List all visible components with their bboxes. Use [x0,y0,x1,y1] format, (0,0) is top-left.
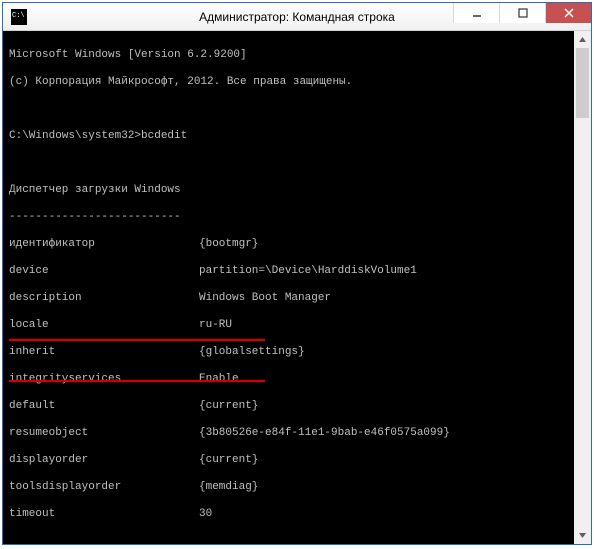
scroll-down-button[interactable] [574,527,591,544]
kv-row: timeout30 [9,508,585,522]
maximize-button[interactable] [499,3,545,23]
cmd-icon [11,9,27,25]
vertical-scrollbar[interactable] [574,31,591,544]
minimize-button[interactable] [453,3,499,23]
kv-row: localeru-RU [9,319,585,333]
terminal-area[interactable]: Microsoft Windows [Version 6.2.9200] (c)… [3,31,591,544]
scroll-up-button[interactable] [574,31,591,48]
scroll-track[interactable] [574,48,591,527]
highlight-line [9,339,265,341]
window-controls [453,3,591,30]
kv-row: идентификатор{bootmgr} [9,238,585,252]
copyright-line: (c) Корпорация Майкрософт, 2012. Все пра… [9,76,585,90]
highlight-line [9,380,265,382]
section-rule: -------------------------- [9,211,585,225]
kv-row: default{current} [9,400,585,414]
kv-row: devicepartition=\Device\HarddiskVolume1 [9,265,585,279]
close-button[interactable] [545,3,591,23]
command-prompt-window: Администратор: Командная строка Microsof… [2,2,592,545]
kv-row: resumeobject{3b80526e-e84f-11e1-9bab-e46… [9,427,585,441]
titlebar[interactable]: Администратор: Командная строка [3,3,591,31]
kv-row: toolsdisplayorder{memdiag} [9,481,585,495]
prompt-line: C:\Windows\system32>bcdedit [9,130,585,144]
scroll-thumb[interactable] [576,48,589,118]
section-title: Диспетчер загрузки Windows [9,184,585,198]
kv-row: descriptionWindows Boot Manager [9,292,585,306]
kv-row: inherit{globalsettings} [9,346,585,360]
kv-row: displayorder{current} [9,454,585,468]
banner-line: Microsoft Windows [Version 6.2.9200] [9,49,585,63]
